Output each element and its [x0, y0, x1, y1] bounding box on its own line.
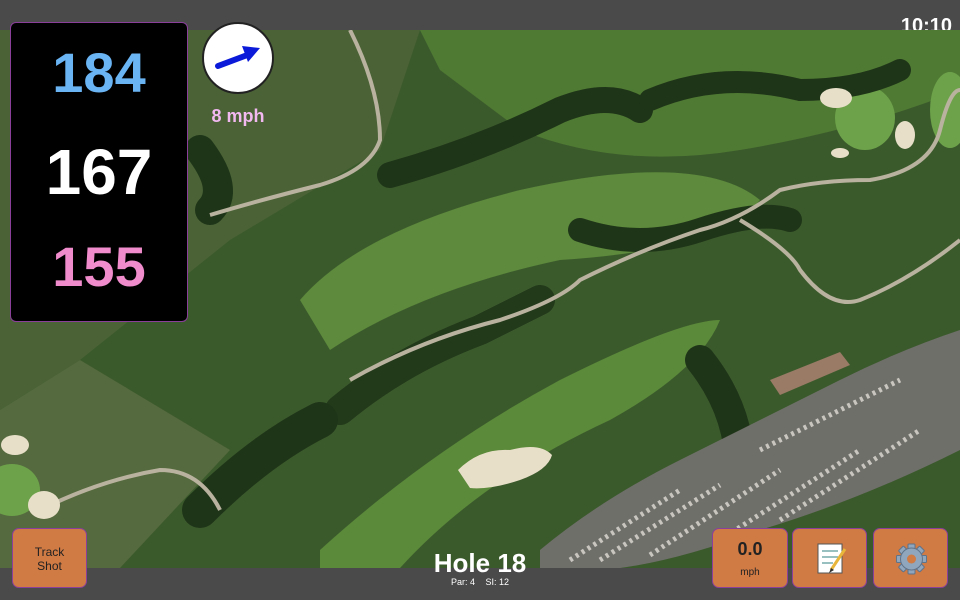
notes-button[interactable]: [792, 528, 867, 588]
middle-yardage: 167: [45, 136, 153, 208]
hole-title: Hole 18: [433, 548, 527, 578]
speed-unit: mph: [740, 567, 760, 578]
track-shot-button[interactable]: Track Shot: [12, 528, 87, 588]
speed-value: 0.0: [737, 539, 763, 559]
wind-speed: 8 mph: [211, 106, 265, 126]
gear-icon: [896, 543, 927, 575]
yardage-panel: 184 167 155: [10, 22, 188, 322]
hole-details: Par: 4 SI: 12: [380, 577, 580, 587]
hole-stroke-index: SI: 12: [485, 577, 510, 587]
wind-arrow-icon: [215, 46, 260, 69]
back-yardage: 184: [52, 41, 146, 104]
settings-button[interactable]: [873, 528, 948, 588]
wind-indicator: [202, 22, 274, 94]
speed-button[interactable]: 0.0 mph: [712, 528, 788, 588]
front-yardage: 155: [52, 235, 146, 298]
track-shot-label-line2: Shot: [37, 559, 62, 573]
notepad-icon: [817, 543, 847, 574]
track-shot-label-line1: Track: [34, 545, 65, 559]
hole-par: Par: 4: [450, 577, 475, 587]
